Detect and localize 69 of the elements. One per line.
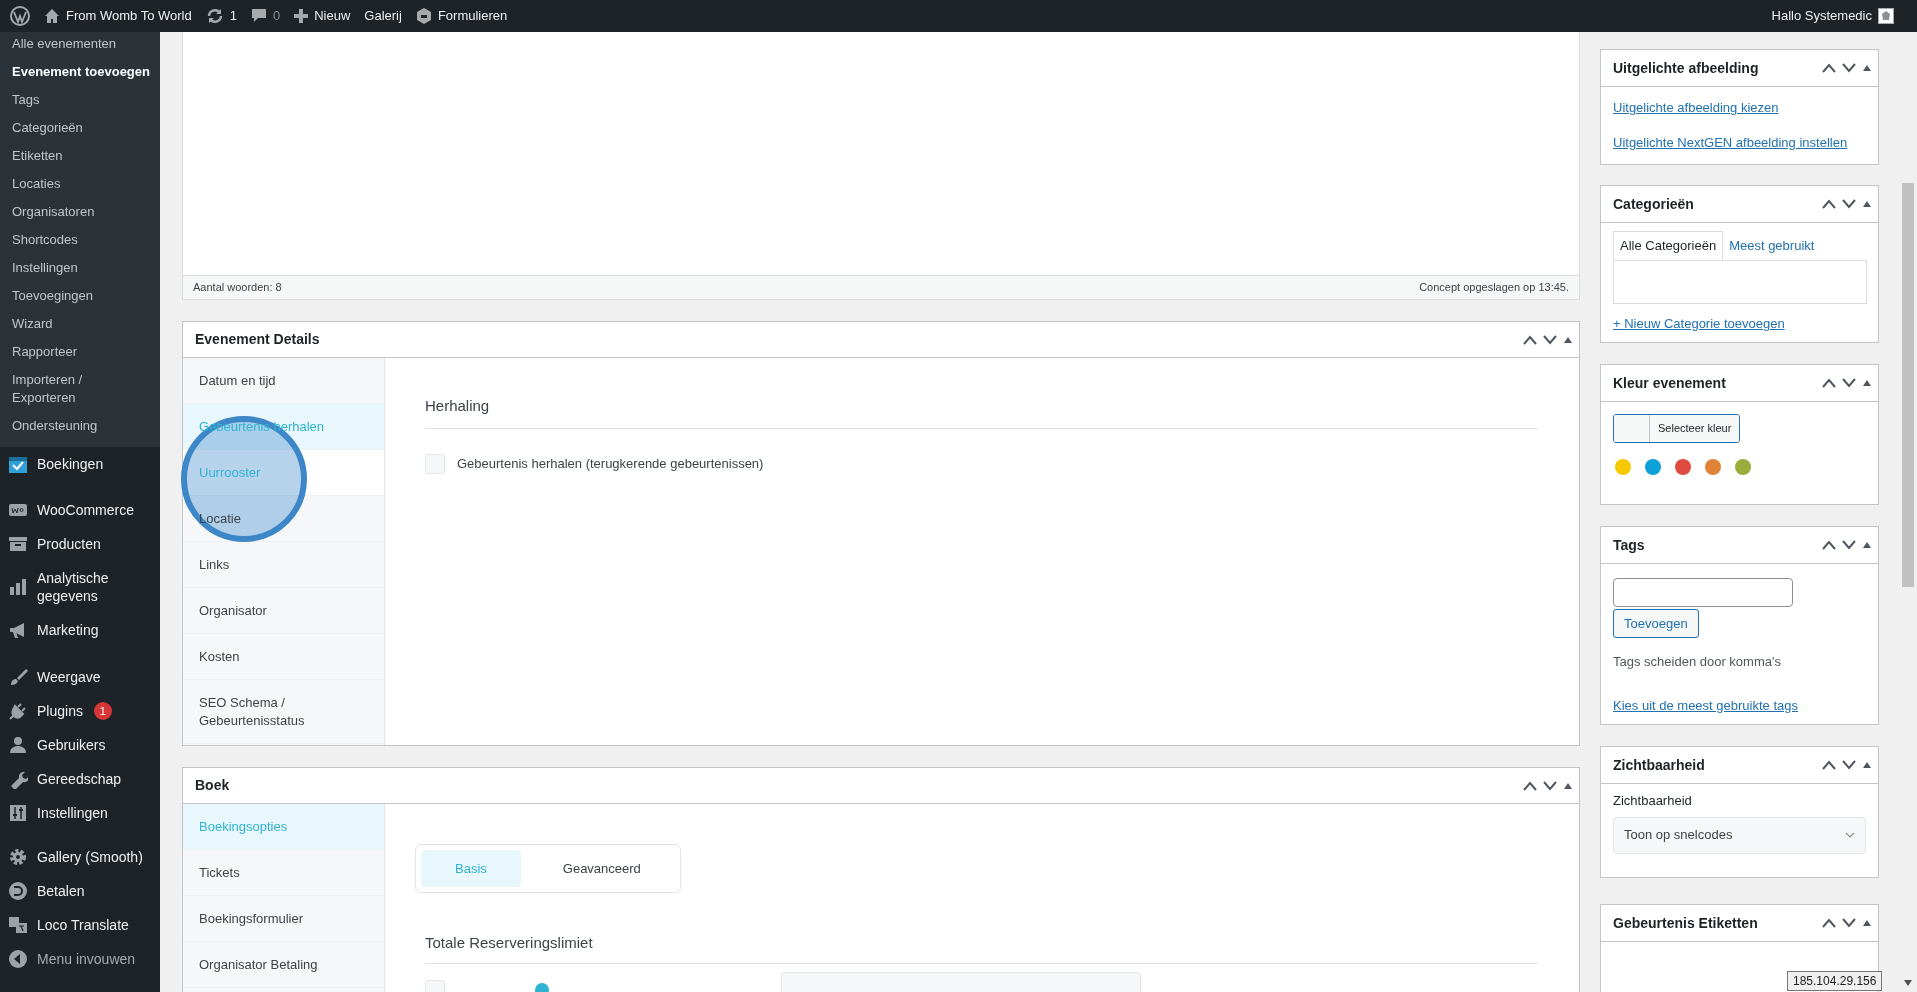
link[interactable]: Uitgelichte afbeelding kiezen [1613,98,1779,118]
box-title: Uitgelichte afbeelding [1613,58,1759,78]
tab[interactable]: Boekingsformulier [183,896,384,942]
link[interactable]: Uitgelichte NextGEN afbeelding instellen [1613,132,1848,152]
tab[interactable]: Organisator [183,588,384,634]
submenu-item[interactable]: Wizard [0,310,160,338]
menu-item[interactable]: Weergave [0,660,160,694]
section-heading: Herhaling [425,397,490,414]
word-count: Aantal woorden: 8 [193,280,282,296]
link[interactable]: Kies uit de meest gebruikte tags [1613,695,1798,715]
menu-item[interactable]: Producten [0,527,160,561]
tab[interactable]: Alle Categorieën [1613,231,1724,260]
select-field[interactable]: Toon op snelcodes [1613,816,1866,854]
update-count-badge: 1 [93,702,112,720]
submenu-item[interactable]: Categorieën [0,114,160,142]
menu-item[interactable]: Analytische gegevens [0,561,160,613]
tab[interactable]: Tickets [183,850,384,896]
box-title: Zichtbaarheid [1613,755,1705,775]
tab[interactable]: Kosten [183,634,384,680]
add-category-link[interactable]: + Nieuw Categorie toevoegen [1613,314,1785,334]
comments-link[interactable]: 0 [250,6,281,26]
color-picker-button[interactable]: Selecteer kleur [1613,414,1741,443]
updates-link[interactable]: 1 [205,6,237,26]
submenu-item[interactable]: Etiketten [0,142,160,170]
submenu-item[interactable]: Evenement toevoegen [0,58,160,86]
new-link[interactable]: Nieuw [294,6,351,26]
tab[interactable]: Organisator Betaling [183,942,384,988]
submenu-item[interactable]: Instellingen [0,254,160,282]
box-title: Boek [195,776,230,795]
field-label: Zichtbaarheid [1613,792,1692,810]
box-title: Tags [1613,535,1645,555]
tab[interactable]: Meest gebruikt [1723,231,1821,260]
submenu-item[interactable]: Rapporteer [0,338,160,366]
box-title: Kleur evenement [1613,373,1726,393]
submenu-item[interactable]: Importeren / Exporteren [0,366,110,412]
submenu-item[interactable]: Locaties [0,170,160,198]
menu-item[interactable]: Loco Translate [0,908,160,942]
site-link[interactable]: From Womb To World [44,6,192,26]
submenu-item[interactable]: Organisatoren [0,198,160,226]
autosave-status: Concept opgeslagen op 13:45. [1419,280,1569,296]
submenu-item[interactable]: Toevoegingen [0,282,160,310]
menu-item[interactable]: Boekingen [0,447,160,481]
gallery-link[interactable]: Galerij [364,6,402,26]
submenu-item[interactable]: Ondersteuning [0,412,160,440]
help-text: Tags scheiden door komma's [1613,653,1781,671]
tab[interactable]: SEO Schema / Gebeurtenisstatus [183,680,384,744]
checkbox-label: Gebeurtenis herhalen (terugkerende gebeurtenissen) [457,455,764,474]
menu-item[interactable]: Plugins 1 [0,694,160,728]
menu-item[interactable]: Menu invouwen [0,942,160,976]
tab[interactable]: Links [183,542,384,588]
submenu-item[interactable]: Shortcodes [0,226,160,254]
account-link[interactable]: Hallo Systemedic [1771,6,1894,26]
menu-item[interactable]: Gereedschap [0,762,160,796]
menu-item[interactable]: WooCommerce [0,493,160,527]
submenu-item[interactable]: Tags [0,86,160,114]
menu-item[interactable]: Gebruikers [0,728,160,762]
submenu-item[interactable]: Alle evenementen [0,32,160,58]
box-title: Evenement Details [195,330,320,349]
tab[interactable]: Locatie [183,496,384,542]
box-title: Gebeurtenis Etiketten [1613,913,1758,933]
menu-item[interactable]: Gallery (Smooth) [0,840,160,874]
menu-item[interactable]: Marketing [0,613,160,647]
forms-link[interactable]: Formulieren [415,6,508,26]
ip-tooltip: 185.104.29.156 [1787,971,1883,991]
box-title: Categorieën [1613,194,1694,214]
menu-item[interactable]: Betalen [0,874,160,908]
section-heading: Totale Reserveringslimiet [425,934,593,951]
menu-item[interactable]: Instellingen [0,796,160,830]
add-tag-button[interactable]: Toevoegen [1613,609,1699,638]
